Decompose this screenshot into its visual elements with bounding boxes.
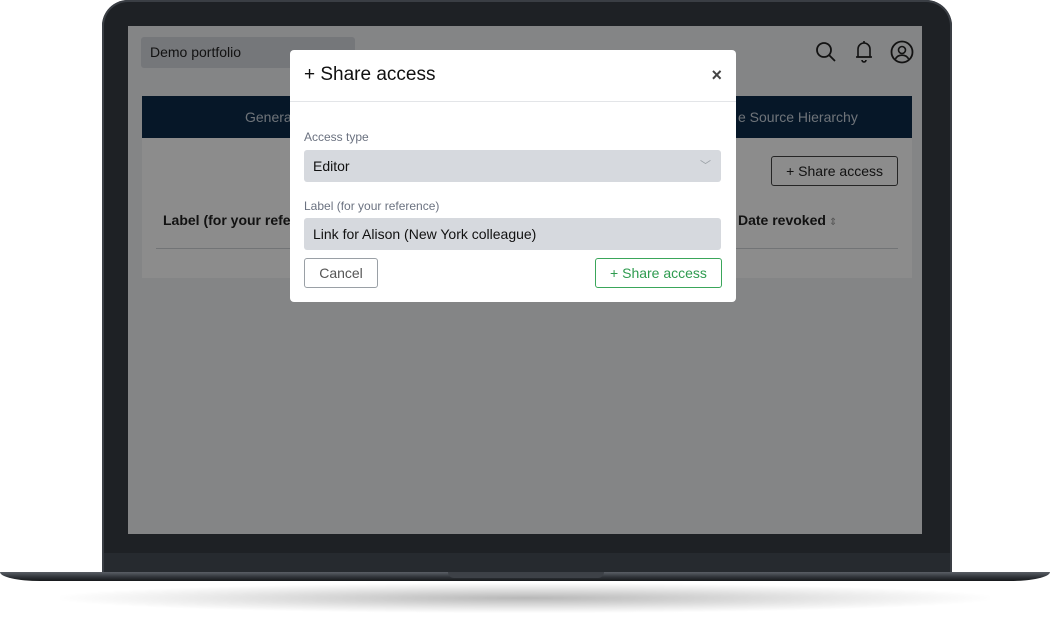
laptop-notch <box>448 572 604 578</box>
label-input[interactable]: Link for Alison (New York colleague) <box>304 218 721 250</box>
access-type-value: Editor <box>313 158 350 174</box>
close-icon[interactable]: × <box>711 65 722 86</box>
label-field-label: Label (for your reference) <box>304 199 440 213</box>
access-type-select[interactable]: Editor ﹀ <box>304 150 721 182</box>
modal-header: + Share access × <box>290 50 736 102</box>
share-access-submit-button[interactable]: + Share access <box>595 258 722 288</box>
cancel-button[interactable]: Cancel <box>304 258 378 288</box>
app-screen: Demo portfolio Genera e Source Hierarchy… <box>128 26 922 534</box>
modal-title: + Share access <box>304 64 436 85</box>
share-access-modal: + Share access × Access type Editor ﹀ La… <box>290 50 736 302</box>
laptop-shadow <box>60 583 990 613</box>
laptop-bezel <box>104 553 950 573</box>
access-type-label: Access type <box>304 130 369 144</box>
chevron-down-icon: ﹀ <box>700 160 711 172</box>
